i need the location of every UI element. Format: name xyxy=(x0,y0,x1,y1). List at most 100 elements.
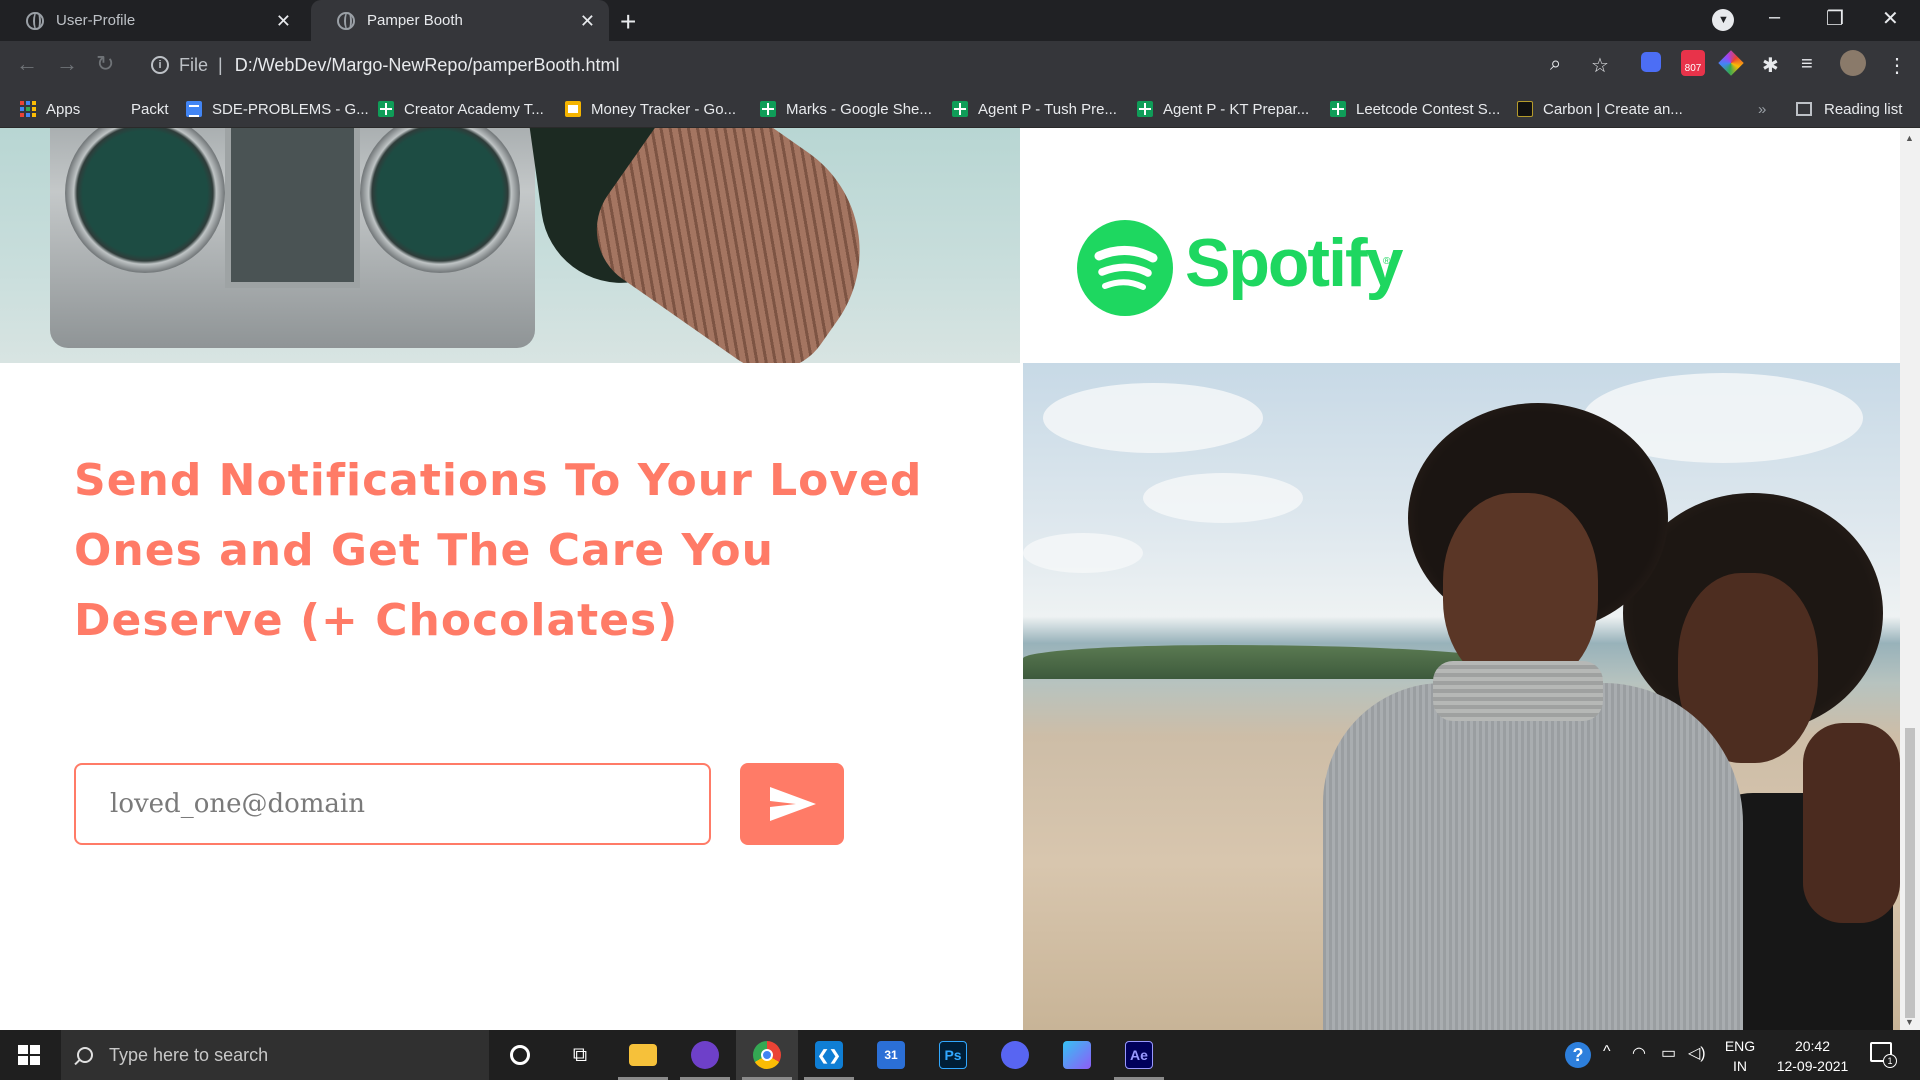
reading-list-icon xyxy=(1796,102,1812,116)
separator: | xyxy=(218,54,223,75)
registered-mark: ® xyxy=(1383,256,1391,267)
globe-icon xyxy=(337,11,355,30)
bookmark-sde-problems[interactable]: SDE-PROBLEMS - G... xyxy=(186,90,369,128)
bookmark-packt[interactable]: Packt xyxy=(131,90,169,128)
vscode-icon[interactable]: ❮❯ xyxy=(798,1030,860,1080)
send-button[interactable] xyxy=(740,763,844,845)
zoom-icon[interactable]: ⌕ xyxy=(1550,53,1561,76)
extension-badge-count: 807 xyxy=(1684,63,1702,74)
avatar[interactable] xyxy=(1840,50,1866,76)
extension-badge-icon[interactable]: 807 xyxy=(1681,50,1705,76)
globe-icon xyxy=(26,11,44,30)
calendar-icon[interactable]: 31 xyxy=(860,1030,922,1080)
cortana-icon[interactable] xyxy=(489,1030,551,1080)
google-sheets-icon xyxy=(760,101,776,117)
app-icon[interactable] xyxy=(1046,1030,1108,1080)
boombox-image xyxy=(50,128,535,348)
chevron-up-icon[interactable]: ^ xyxy=(1603,1043,1611,1061)
friends-beach-photo xyxy=(1023,363,1900,1030)
task-view-icon[interactable]: ⧉ xyxy=(549,1030,611,1080)
region-label: IN xyxy=(1733,1058,1747,1074)
windows-taskbar: Type here to search ⧉ ❮❯ 31 Ps Ae ? ^ ◠ … xyxy=(0,1030,1920,1080)
windows-start-icon[interactable] xyxy=(18,1045,40,1065)
woman-right-arm xyxy=(1803,723,1900,923)
tab-title: User-Profile xyxy=(56,12,136,29)
minimize-button[interactable]: – xyxy=(1769,6,1780,29)
apps-grid-icon xyxy=(20,101,36,117)
after-effects-icon[interactable]: Ae xyxy=(1108,1030,1170,1080)
menu-kebab-icon[interactable]: ⋮ xyxy=(1887,53,1907,78)
bookmark-leetcode-contest[interactable]: Leetcode Contest S... xyxy=(1330,90,1500,128)
language-indicator[interactable]: ENG IN xyxy=(1720,1036,1760,1076)
forward-button[interactable]: → xyxy=(56,51,78,77)
file-explorer-icon[interactable] xyxy=(612,1030,674,1080)
bookmark-marks[interactable]: Marks - Google She... xyxy=(760,90,932,128)
wifi-icon[interactable]: ◠ xyxy=(1632,1043,1646,1063)
scroll-up-arrow[interactable]: ▲ xyxy=(1905,133,1914,143)
boombox-photo xyxy=(0,128,1020,363)
reload-button[interactable]: ↻ xyxy=(96,51,114,77)
restore-button[interactable]: ❐ xyxy=(1826,6,1844,31)
bookmark-label: Apps xyxy=(46,100,81,118)
woman-left-face xyxy=(1443,493,1598,688)
bookmark-creator-academy[interactable]: Creator Academy T... xyxy=(378,90,544,128)
bookmark-apps[interactable]: Apps xyxy=(20,90,80,128)
url-text[interactable]: D:/WebDev/Margo-NewRepo/pamperBooth.html xyxy=(235,55,620,76)
back-button[interactable]: ← xyxy=(16,51,38,77)
github-desktop-icon[interactable] xyxy=(674,1030,736,1080)
search-placeholder: Type here to search xyxy=(109,1044,269,1065)
tab-pamper-booth[interactable]: Pamper Booth ✕ xyxy=(311,0,609,41)
spotify-panel: Spotify ® xyxy=(1021,128,1900,363)
scheme-label: File xyxy=(179,54,209,75)
woman-left-collar xyxy=(1433,661,1603,721)
discord-icon[interactable] xyxy=(984,1030,1046,1080)
new-tab-button[interactable]: + xyxy=(620,6,636,38)
extension-icon[interactable] xyxy=(1641,52,1661,72)
spotify-wordmark: Spotify xyxy=(1185,225,1403,301)
profile-menu-icon[interactable]: ▼ xyxy=(1712,9,1734,31)
address-bar[interactable]: i File | D:/WebDev/Margo-NewRepo/pamperB… xyxy=(137,48,1637,82)
scroll-down-arrow[interactable]: ▼ xyxy=(1905,1017,1914,1027)
scroll-thumb[interactable] xyxy=(1905,728,1915,1018)
help-icon[interactable]: ? xyxy=(1565,1042,1591,1068)
google-sheets-icon xyxy=(1330,101,1346,117)
email-field[interactable] xyxy=(74,763,711,845)
bookmark-agent-p-tush[interactable]: Agent P - Tush Pre... xyxy=(952,90,1117,128)
bookmark-label: Creator Academy T... xyxy=(404,100,544,118)
cassette-deck xyxy=(225,128,360,288)
cloud xyxy=(1043,383,1263,453)
page-headline: Send Notifications To Your Loved Ones an… xyxy=(74,455,923,646)
chrome-icon[interactable] xyxy=(736,1030,798,1080)
color-picker-extension-icon[interactable] xyxy=(1718,50,1744,76)
google-sheets-icon xyxy=(378,101,394,117)
google-sheets-icon xyxy=(1137,101,1153,117)
media-control-icon[interactable]: ≡ xyxy=(1801,53,1813,76)
bookmark-label: Money Tracker - Go... xyxy=(591,100,737,118)
bookmark-label: Leetcode Contest S... xyxy=(1356,100,1501,118)
battery-icon[interactable]: ▭ xyxy=(1661,1043,1676,1063)
volume-icon[interactable]: ◁) xyxy=(1688,1043,1706,1063)
bookmarks-overflow-button[interactable]: » xyxy=(1758,90,1766,128)
spotify-icon xyxy=(1077,220,1173,316)
cloud xyxy=(1023,533,1143,573)
taskbar-search-box[interactable]: Type here to search xyxy=(61,1030,489,1080)
close-window-button[interactable]: ✕ xyxy=(1882,6,1899,31)
bookmark-star-icon[interactable]: ☆ xyxy=(1591,53,1609,78)
close-tab-icon[interactable]: ✕ xyxy=(580,11,595,32)
tab-user-profile[interactable]: User-Profile ✕ xyxy=(0,0,305,41)
bookmark-label: Marks - Google She... xyxy=(786,100,932,118)
page-scrollbar[interactable]: ▲ ▼ xyxy=(1900,128,1920,1030)
send-icon xyxy=(770,787,816,821)
clock[interactable]: 20:42 12-09-2021 xyxy=(1765,1036,1860,1076)
reading-list-button[interactable]: Reading list xyxy=(1796,90,1902,128)
close-tab-icon[interactable]: ✕ xyxy=(276,11,291,32)
bookmark-money-tracker[interactable]: Money Tracker - Go... xyxy=(565,90,736,128)
photoshop-icon[interactable]: Ps xyxy=(922,1030,984,1080)
google-docs-icon xyxy=(186,101,202,117)
info-icon[interactable]: i xyxy=(151,56,169,74)
browser-tab-strip: User-Profile ✕ Pamper Booth ✕ + ▼ – ❐ ✕ xyxy=(0,0,1920,41)
bookmark-carbon[interactable]: Carbon | Create an... xyxy=(1517,90,1683,128)
bookmark-agent-p-kt[interactable]: Agent P - KT Prepar... xyxy=(1137,90,1309,128)
carbon-icon xyxy=(1517,101,1533,117)
extensions-puzzle-icon[interactable]: ✱ xyxy=(1762,53,1779,78)
